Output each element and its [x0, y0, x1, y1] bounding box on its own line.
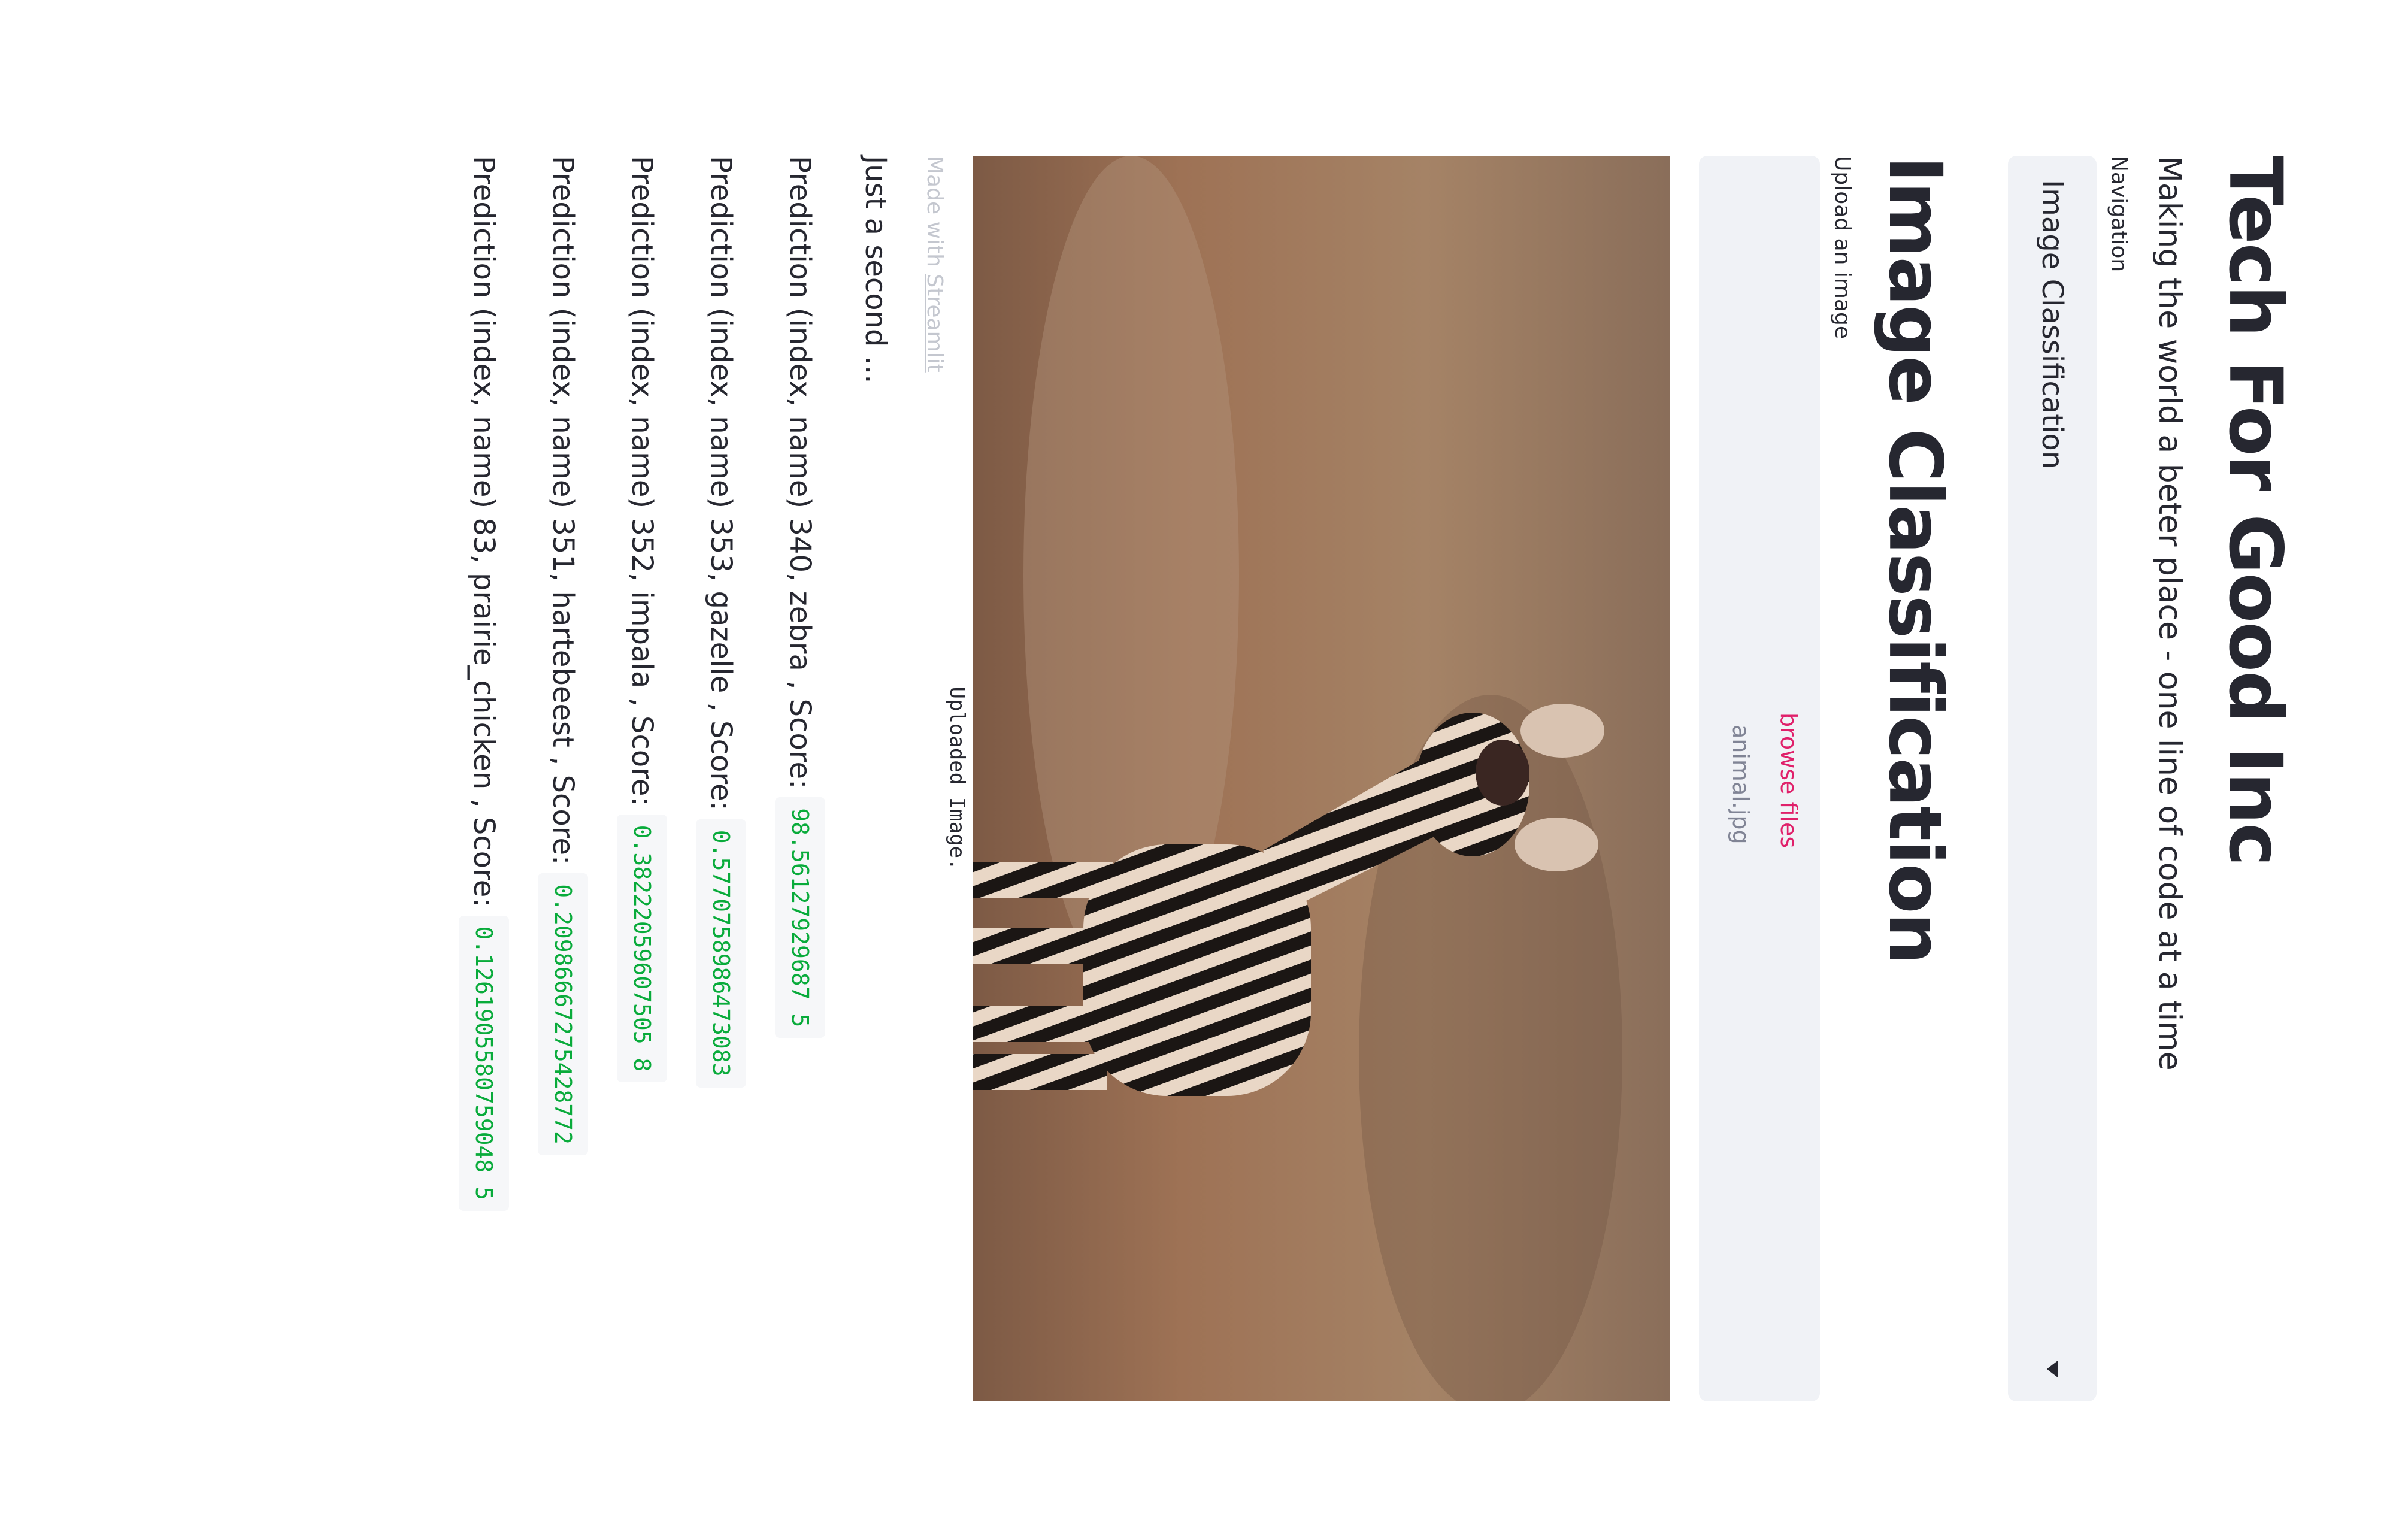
chevron-down-icon[interactable] — [2047, 1361, 2058, 1377]
prediction-score: 98.56127929687 5 — [775, 797, 825, 1038]
prediction-row: Prediction (index, name) 340, zebra , Sc… — [775, 156, 825, 1401]
prediction-score: 0.38222059607505 8 — [617, 814, 667, 1083]
app-page: Tech For Good Inc Making the world a bet… — [0, 0, 2408, 1529]
upload-label: Upload an image — [1830, 156, 1855, 340]
app-subtitle: Making the world a beter place - one lin… — [2152, 156, 2188, 1071]
main-column: Tech For Good Inc Making the world a bet… — [459, 156, 2300, 1401]
prediction-score: 0.1261905580759048 5 — [459, 915, 509, 1212]
prediction-text: Prediction (index, name) 352, impala , S… — [625, 156, 659, 806]
status-message: Just a second ... — [859, 156, 892, 384]
file-uploader[interactable]: animal.jpg browse files — [1699, 156, 1820, 1401]
page-heading: Image Classification — [1873, 156, 1958, 964]
prediction-row: Prediction (index, name) 83, prairie_chi… — [459, 156, 509, 1401]
prediction-text: Prediction (index, name) 353, gazelle , … — [704, 156, 738, 811]
navigation-label: Navigation — [2107, 156, 2131, 273]
status-text: Just a second ... — [854, 156, 897, 1401]
footer: Made with Streamlit — [922, 156, 947, 373]
browse-files-link[interactable]: browse files — [1776, 713, 1802, 848]
prediction-row: Prediction (index, name) 352, impala , S… — [617, 156, 667, 1401]
image-caption: Uploaded Image. — [945, 686, 969, 871]
prediction-text: Prediction (index, name) 83, prairie_chi… — [467, 156, 501, 907]
uploaded-file-name: animal.jpg — [1728, 725, 1754, 844]
prediction-row: Prediction (index, name) 351, hartebeest… — [538, 156, 588, 1401]
prediction-row: Prediction (index, name) 353, gazelle , … — [696, 156, 746, 1401]
streamlit-link[interactable]: Streamlit — [922, 274, 947, 372]
app-title: Tech For Good Inc — [2213, 156, 2298, 865]
prediction-score: 0.5770758986473083 — [696, 819, 746, 1088]
prediction-text: Prediction (index, name) 340, zebra , Sc… — [783, 156, 817, 789]
navigation-select[interactable]: Image Classification — [2008, 156, 2097, 1401]
prediction-score: 0.20986667275428772 — [538, 873, 588, 1155]
navigation-selected-value: Image Classification — [2036, 180, 2069, 470]
prediction-text: Prediction (index, name) 351, hartebeest… — [546, 156, 580, 865]
footer-text: Made with — [922, 156, 947, 267]
uploaded-zebra-image — [973, 156, 1670, 1401]
